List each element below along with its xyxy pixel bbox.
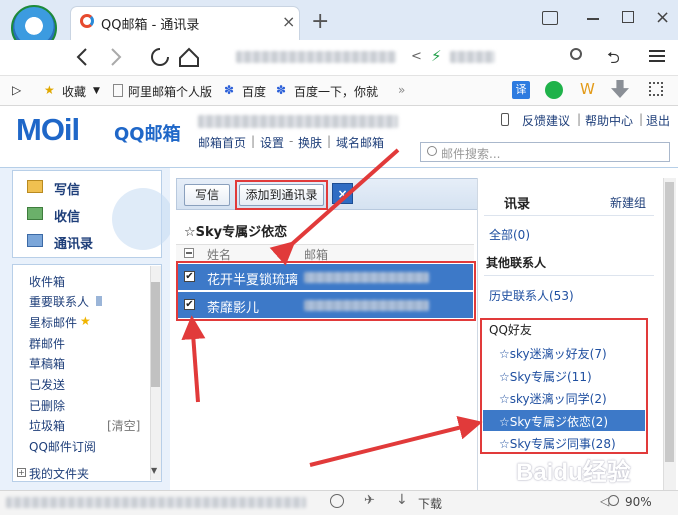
arrow-to-add-button [269,148,400,266]
arrow-to-qq-group [309,416,483,467]
pin-icon[interactable]: ✈ [364,493,375,508]
download-label[interactable]: 下载 [418,495,442,512]
annotation-arrows [181,148,483,467]
arrow-to-contact-rows [181,315,206,403]
speed-icon[interactable] [330,494,344,508]
watermark: Baidu经验 [516,459,631,486]
zoom-icon[interactable] [608,495,619,506]
download-arrow-icon[interactable]: ↓ [396,492,408,508]
zoom-level[interactable]: 90% [625,495,652,509]
status-text [6,497,306,508]
